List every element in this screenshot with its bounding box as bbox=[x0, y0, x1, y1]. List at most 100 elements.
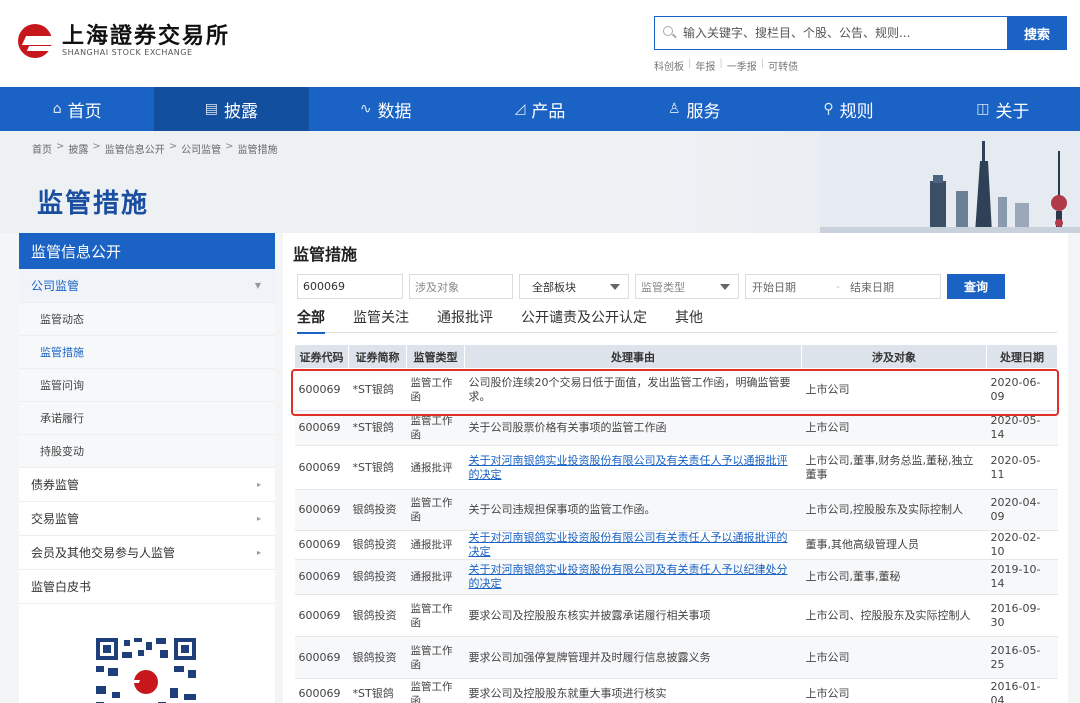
sidebar-group-member-supervision[interactable]: 会员及其他交易参与人监管 ▸ bbox=[19, 536, 275, 570]
cell-code: 600069 bbox=[294, 368, 349, 411]
column-header-type[interactable]: 监管类型 bbox=[406, 344, 465, 369]
document-icon: ▤ bbox=[204, 101, 219, 117]
chevron-right-icon: ▸ bbox=[256, 548, 261, 557]
table-row[interactable]: 600069 *ST银鸽 通报批评 关于对河南银鸽实业投资股份有限公司及有关责任人予以… bbox=[294, 445, 1058, 490]
nav-item-5[interactable]: ⚲ 规则 bbox=[771, 87, 925, 131]
table-row[interactable]: 600069 银鸽投资 监管工作函 要求公司加强停复牌管理并及时履行信息披露义务 上市公… bbox=[294, 636, 1058, 679]
object-input[interactable]: 涉及对象 bbox=[409, 274, 513, 299]
cell-name: 银鸽投资 bbox=[348, 489, 407, 531]
query-button[interactable]: 查询 bbox=[947, 274, 1005, 299]
chart-icon: ∿ bbox=[359, 101, 372, 117]
product-icon: ◿ bbox=[514, 101, 526, 117]
cell-date: 2020-05-14 bbox=[986, 410, 1058, 446]
main-nav: ⌂ 首页 ▤ 披露 ∿ 数据 ◿ 产品 ♙ 服务 ⚲ 规则 ◫ 关于 bbox=[0, 87, 1080, 131]
sidebar-item-shareholding-change[interactable]: 持股变动 bbox=[19, 435, 275, 468]
breadcrumb-item[interactable]: 公司监管 bbox=[181, 141, 221, 156]
tab-other[interactable]: 其他 bbox=[675, 307, 703, 333]
cell-name: *ST银鸽 bbox=[348, 368, 407, 411]
chevron-down-icon: ▼ bbox=[254, 281, 261, 290]
nav-item-3[interactable]: ◿ 产品 bbox=[463, 87, 617, 131]
column-header-code[interactable]: 证券代码 bbox=[294, 344, 349, 369]
measures-table: 证券代码 证券简称 监管类型 处理事由 涉及对象 处理日期 600069 *ST银… bbox=[294, 344, 1058, 703]
service-icon: ♙ bbox=[667, 101, 681, 117]
column-header-reason[interactable]: 处理事由 bbox=[464, 344, 802, 369]
sidebar-item-supervision-news[interactable]: 监管动态 bbox=[19, 303, 275, 336]
qr-code-icon bbox=[94, 636, 198, 703]
end-date-input[interactable]: 结束日期 bbox=[844, 279, 900, 295]
nav-item-2[interactable]: ∿ 数据 bbox=[309, 87, 463, 131]
hot-link-q1-report[interactable]: 一季报 bbox=[727, 58, 757, 73]
main-panel: 监管措施 600069 涉及对象 全部板块 监管类型 开始日期 - 结束日期 查… bbox=[283, 233, 1068, 703]
search-button[interactable]: 搜索 bbox=[1007, 16, 1067, 50]
breadcrumb-current: 监管措施 bbox=[237, 145, 278, 156]
cell-type: 监管工作函 bbox=[406, 636, 465, 679]
cell-reason[interactable]: 关于对河南银鸽实业投资股份有限公司及有关责任人予以通报批评的决定 bbox=[464, 445, 802, 490]
table-row[interactable]: 600069 银鸽投资 通报批评 关于对河南银鸽实业投资股份有限公司及有关责任人予以纪… bbox=[294, 559, 1058, 595]
start-date-input[interactable]: 开始日期 bbox=[746, 279, 832, 295]
sidebar-item-supervision-inquiry[interactable]: 监管问询 bbox=[19, 369, 275, 402]
breadcrumb-item[interactable]: 监管信息公开 bbox=[105, 141, 165, 156]
column-header-object[interactable]: 涉及对象 bbox=[801, 344, 987, 369]
section-title: 监管措施 bbox=[293, 245, 358, 264]
nav-item-label: 产品 bbox=[531, 101, 566, 122]
cell-object: 上市公司 bbox=[801, 368, 987, 411]
date-range: 开始日期 - 结束日期 bbox=[745, 274, 941, 299]
cell-object: 上市公司、控股股东及实际控制人 bbox=[801, 594, 987, 637]
table-row[interactable]: 600069 *ST银鸽 监管工作函 公司股价连续20个交易日低于面值，发出监管工作函… bbox=[294, 368, 1058, 411]
cell-reason[interactable]: 关于对河南银鸽实业投资股份有限公司及有关责任人予以纪律处分的决定 bbox=[464, 559, 802, 595]
column-header-name[interactable]: 证券简称 bbox=[348, 344, 407, 369]
table-row[interactable]: 600069 银鸽投资 监管工作函 关于公司违规担保事项的监管工作函。 上市公司,控股股… bbox=[294, 489, 1058, 531]
sidebar-group-white-paper[interactable]: 监管白皮书 bbox=[19, 570, 275, 604]
date-range-dash: - bbox=[836, 280, 840, 293]
nav-item-0[interactable]: ⌂ 首页 bbox=[0, 87, 154, 131]
sidebar-group-company-supervision[interactable]: 公司监管 ▼ bbox=[19, 269, 275, 303]
dropdown-arrow-icon bbox=[610, 283, 620, 290]
breadcrumb-item[interactable]: 首页 bbox=[32, 141, 52, 156]
nav-item-label: 关于 bbox=[995, 101, 1030, 122]
column-header-date[interactable]: 处理日期 bbox=[986, 344, 1058, 369]
cell-name: *ST银鸽 bbox=[348, 445, 407, 490]
cell-date: 2016-09-30 bbox=[986, 594, 1058, 637]
nav-item-4[interactable]: ♙ 服务 bbox=[617, 87, 771, 131]
nav-item-1[interactable]: ▤ 披露 bbox=[154, 87, 309, 131]
sse-logo[interactable]: 上海證券交易所 SHANGHAI STOCK EXCHANGE bbox=[18, 24, 230, 58]
cell-reason: 要求公司加强停复牌管理并及时履行信息披露义务 bbox=[464, 636, 802, 679]
table-row[interactable]: 600069 银鸽投资 监管工作函 要求公司及控股股东核实并披露承诺履行相关事项 上市公… bbox=[294, 594, 1058, 637]
sidebar-item-commitment[interactable]: 承诺履行 bbox=[19, 402, 275, 435]
cell-reason[interactable]: 关于对河南银鸽实业投资股份有限公司有关责任人予以通报批评的决定 bbox=[464, 530, 802, 560]
table-row[interactable]: 600069 银鸽投资 通报批评 关于对河南银鸽实业投资股份有限公司有关责任人予以通报… bbox=[294, 530, 1058, 560]
supervision-type-select[interactable]: 监管类型 bbox=[635, 274, 739, 299]
cell-object: 上市公司,董事,董秘 bbox=[801, 559, 987, 595]
sidebar-group-bond-supervision[interactable]: 债券监管 ▸ bbox=[19, 468, 275, 502]
hot-link-convertible-bond[interactable]: 可转债 bbox=[768, 58, 798, 73]
tab-supervision-attention[interactable]: 监管关注 bbox=[353, 307, 409, 333]
cell-type: 监管工作函 bbox=[406, 678, 465, 703]
table-row[interactable]: 600069 *ST银鸽 监管工作函 关于公司股票价格有关事项的监管工作函 上市公司 20… bbox=[294, 410, 1058, 446]
sidebar-group-label: 会员及其他交易参与人监管 bbox=[31, 546, 176, 560]
board-select[interactable]: 全部板块 bbox=[519, 274, 629, 299]
breadcrumb-item[interactable]: 披露 bbox=[68, 141, 88, 156]
cell-name: 银鸽投资 bbox=[348, 636, 407, 679]
search-input[interactable] bbox=[683, 18, 1008, 48]
nav-item-6[interactable]: ◫ 关于 bbox=[926, 87, 1080, 131]
tab-all[interactable]: 全部 bbox=[297, 307, 325, 334]
hot-link-star-market[interactable]: 科创板 bbox=[654, 58, 684, 73]
cell-code: 600069 bbox=[294, 410, 349, 446]
search-box bbox=[654, 16, 1008, 50]
sidebar-group-trading-supervision[interactable]: 交易监管 ▸ bbox=[19, 502, 275, 536]
logo-english-name: SHANGHAI STOCK EXCHANGE bbox=[62, 48, 193, 57]
sidebar-item-supervision-measures[interactable]: 监管措施 bbox=[19, 336, 275, 369]
dropdown-arrow-icon bbox=[720, 283, 730, 290]
tab-circulated-criticism[interactable]: 通报批评 bbox=[437, 307, 493, 333]
shanghai-skyline-image bbox=[820, 131, 1080, 233]
security-code-input[interactable]: 600069 bbox=[297, 274, 403, 299]
table-row[interactable]: 600069 *ST银鸽 监管工作函 要求公司及控股股东就重大事项进行核实 上市公司 20… bbox=[294, 678, 1058, 703]
site-header: 上海證券交易所 SHANGHAI STOCK EXCHANGE 搜索 科创板| … bbox=[0, 0, 1080, 87]
category-tabs: 全部 监管关注 通报批评 公开谴责及公开认定 其他 bbox=[297, 307, 1057, 334]
cell-name: *ST银鸽 bbox=[348, 410, 407, 446]
page-banner: 首页 > 披露 > 监管信息公开 > 公司监管 > 监管措施 监管措施 bbox=[0, 131, 1080, 233]
cell-type: 通报批评 bbox=[406, 530, 465, 560]
hot-link-annual-report[interactable]: 年报 bbox=[695, 58, 715, 73]
breadcrumb: 首页 > 披露 > 监管信息公开 > 公司监管 > 监管措施 bbox=[32, 141, 278, 156]
tab-public-censure[interactable]: 公开谴责及公开认定 bbox=[521, 307, 647, 333]
